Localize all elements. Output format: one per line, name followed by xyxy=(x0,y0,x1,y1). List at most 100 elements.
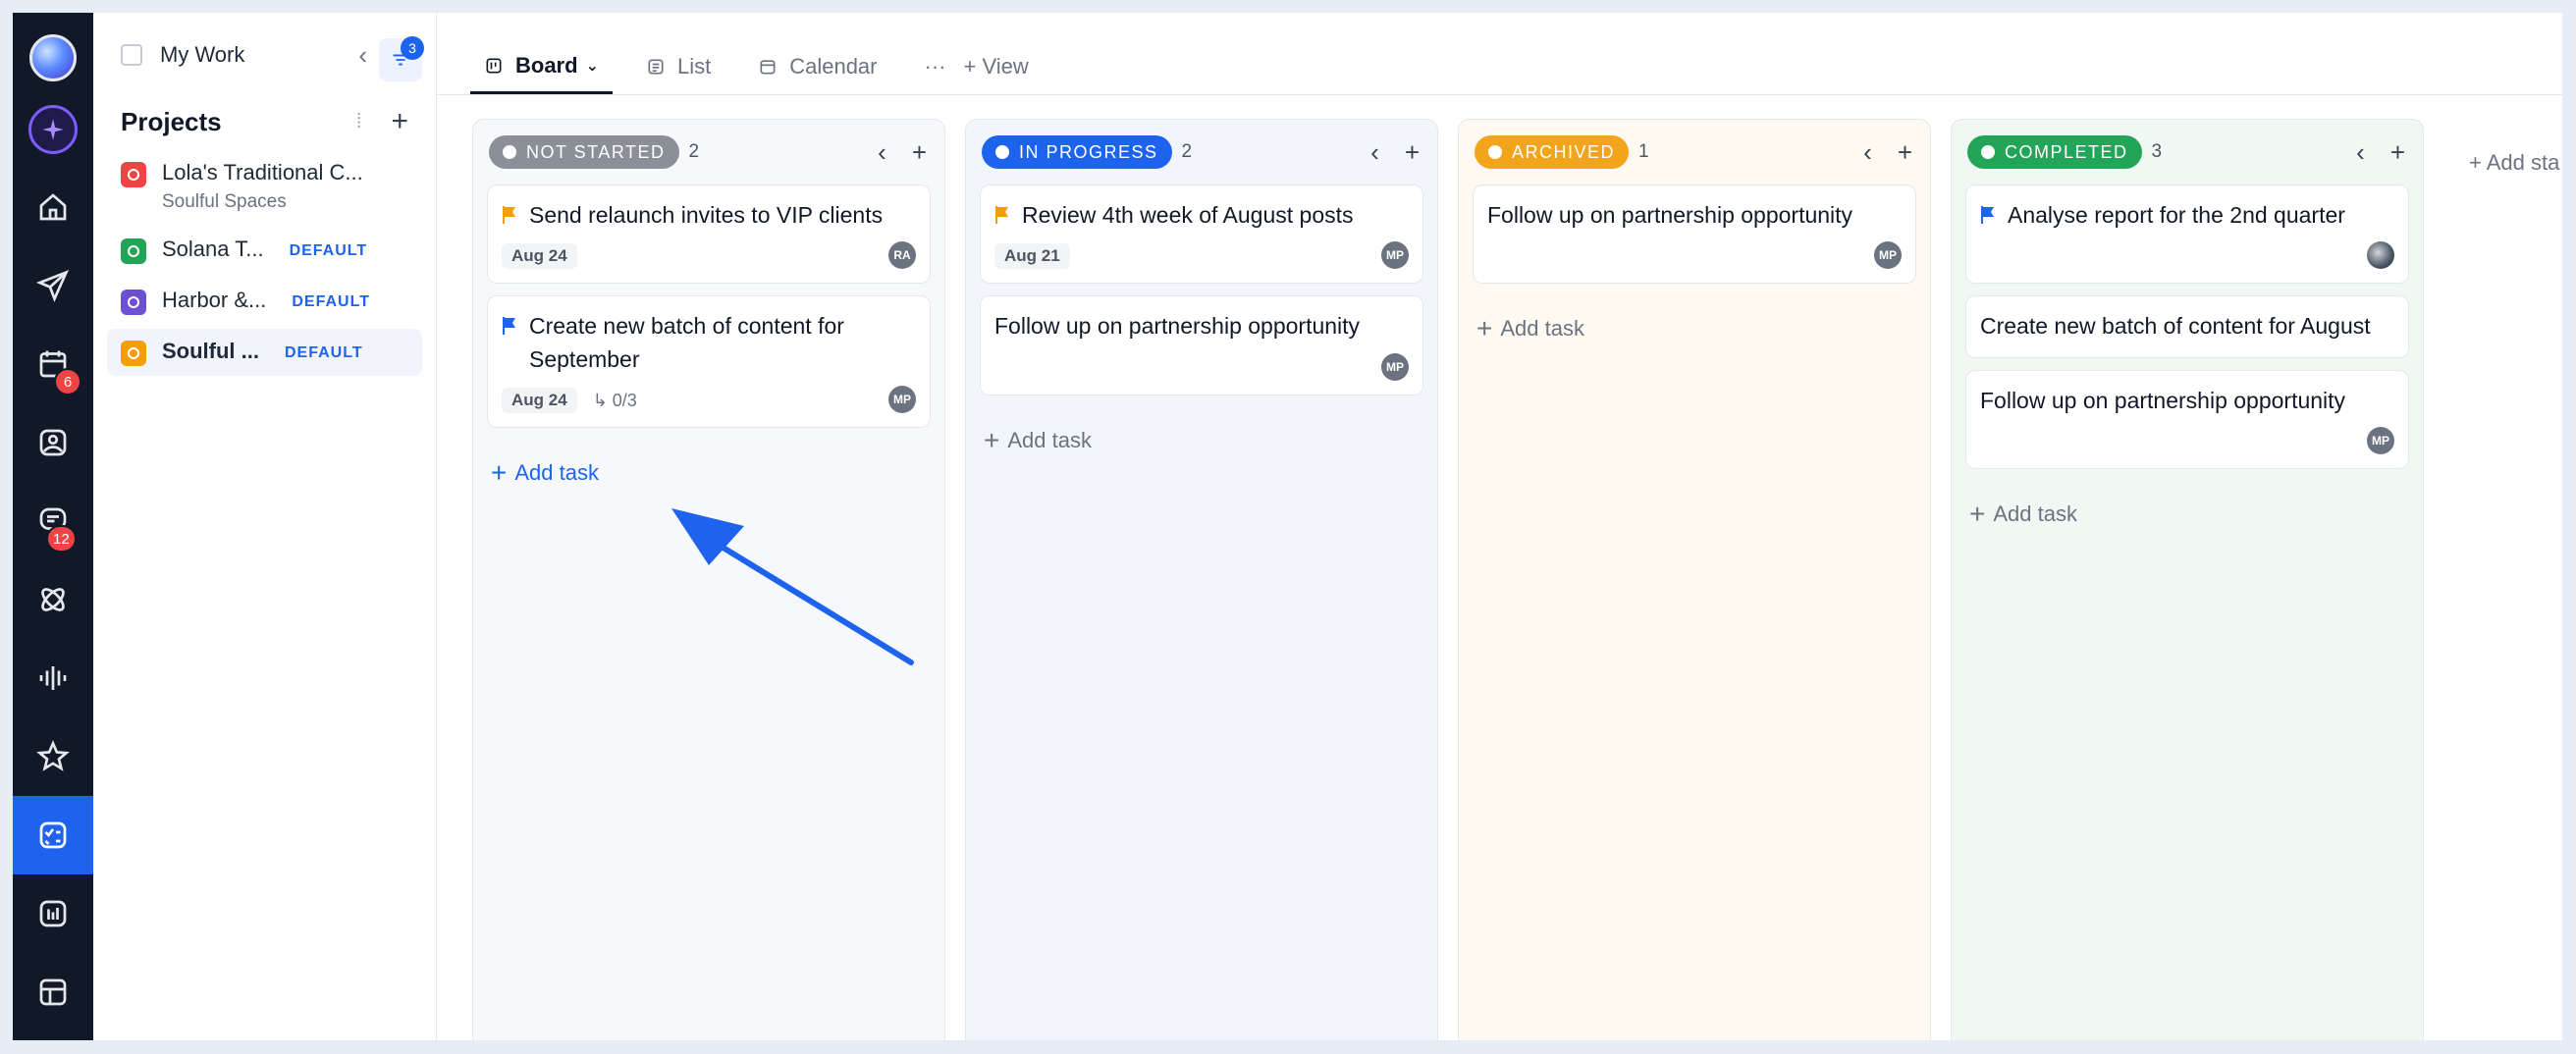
status-dot xyxy=(1488,145,1502,159)
integrations-icon[interactable] xyxy=(13,560,93,639)
status-label: IN PROGRESS xyxy=(1019,141,1158,162)
task-card[interactable]: Send relaunch invites to VIP clients Aug… xyxy=(487,184,931,285)
task-card[interactable]: Follow up on partnership opportunity MP xyxy=(1473,184,1916,285)
projects-sidebar: My Work ‹ 3 Projects ⁞ + Lola's Traditio… xyxy=(93,13,437,1040)
app-logo[interactable] xyxy=(29,34,77,81)
calendar-icon[interactable]: 6 xyxy=(13,325,93,403)
flag-icon[interactable] xyxy=(502,316,517,336)
task-card[interactable]: Follow up on partnership opportunity MP xyxy=(980,295,1423,395)
chat-icon[interactable]: 12 xyxy=(13,482,93,560)
projects-title: Projects xyxy=(121,106,222,136)
project-icon xyxy=(121,290,146,315)
ai-assistant-icon[interactable] xyxy=(28,105,78,154)
add-task-button[interactable]: + Add task xyxy=(473,440,944,506)
flag-icon[interactable] xyxy=(1980,205,1996,225)
task-card[interactable]: Analyse report for the 2nd quarter xyxy=(1965,184,2409,285)
task-title: Create new batch of content for August xyxy=(1980,313,2371,340)
add-stage-button[interactable]: + Add sta xyxy=(2469,150,2559,176)
status-dot xyxy=(995,145,1009,159)
my-work-link[interactable]: My Work xyxy=(160,42,244,68)
task-card[interactable]: Create new batch of content for Septembe… xyxy=(487,295,931,429)
project-item[interactable]: Lola's Traditional C... Soulful Spaces xyxy=(107,150,422,223)
task-card[interactable]: Follow up on partnership opportunity MP xyxy=(1965,369,2409,470)
plus-icon: + xyxy=(984,424,1000,455)
layout-icon[interactable] xyxy=(13,953,93,1031)
reorder-icon[interactable]: ⁞ xyxy=(356,111,362,133)
star-icon[interactable] xyxy=(13,717,93,796)
add-card-icon[interactable]: + xyxy=(1898,137,1912,168)
calendar-badge: 6 xyxy=(54,368,81,395)
board-icon xyxy=(486,58,502,73)
avatar[interactable]: MP xyxy=(1381,352,1409,381)
project-item[interactable]: Soulful ... DEFAULT xyxy=(107,329,422,376)
tab-calendar[interactable]: Calendar xyxy=(744,39,890,94)
add-task-button[interactable]: + Add task xyxy=(966,407,1437,474)
task-title: Create new batch of content for Septembe… xyxy=(529,313,844,372)
app-window: 6 12 My Work ‹ 3 Projects ⁞ + Lola's Tra… xyxy=(13,13,2562,1040)
avatar[interactable]: MP xyxy=(888,386,916,414)
avatar[interactable]: MP xyxy=(2367,427,2394,455)
column-count: 3 xyxy=(2151,141,2163,162)
column-count: 1 xyxy=(1638,141,1649,162)
chat-badge: 12 xyxy=(46,525,77,553)
default-tag: DEFAULT xyxy=(285,344,363,361)
project-item[interactable]: Harbor &... DEFAULT xyxy=(107,278,422,325)
board-column: IN PROGRESS 2 ‹ + Review 4th week of Aug… xyxy=(965,119,1438,1040)
status-pill[interactable]: ARCHIVED xyxy=(1475,135,1630,169)
due-date[interactable]: Aug 21 xyxy=(994,243,1070,270)
collapse-column-icon[interactable]: ‹ xyxy=(1863,137,1872,168)
task-card[interactable]: Create new batch of content for August xyxy=(1965,295,2409,358)
calendar-view-icon xyxy=(760,60,776,75)
home-icon[interactable] xyxy=(13,168,93,246)
filter-count-badge: 3 xyxy=(401,36,424,60)
status-pill[interactable]: NOT STARTED xyxy=(489,135,679,169)
tab-calendar-label: Calendar xyxy=(789,54,878,79)
flag-icon[interactable] xyxy=(502,205,517,225)
collapse-column-icon[interactable]: ‹ xyxy=(1370,137,1379,168)
add-card-icon[interactable]: + xyxy=(912,137,927,168)
tab-board-label: Board xyxy=(515,52,578,78)
filter-button[interactable]: 3 xyxy=(379,36,424,81)
tasks-icon[interactable] xyxy=(13,796,93,874)
add-card-icon[interactable]: + xyxy=(1405,137,1420,168)
default-tag: DEFAULT xyxy=(289,242,368,259)
task-title: Review 4th week of August posts xyxy=(1022,202,1354,228)
collapse-column-icon[interactable]: ‹ xyxy=(2356,137,2365,168)
collapse-sidebar-icon[interactable]: ‹ xyxy=(358,40,367,71)
project-name: Harbor &... xyxy=(162,288,267,312)
status-pill[interactable]: COMPLETED xyxy=(1967,135,2142,169)
due-date[interactable]: Aug 24 xyxy=(502,388,577,414)
analytics-icon[interactable] xyxy=(13,874,93,953)
add-card-icon[interactable]: + xyxy=(2390,137,2405,168)
tab-list[interactable]: List xyxy=(632,39,724,94)
list-icon xyxy=(648,59,664,75)
add-view-label: + View xyxy=(963,54,1029,79)
tab-list-label: List xyxy=(676,54,712,79)
add-task-button[interactable]: + Add task xyxy=(1952,481,2423,548)
status-label: ARCHIVED xyxy=(1512,141,1616,162)
collapse-column-icon[interactable]: ‹ xyxy=(878,137,886,168)
task-title: Analyse report for the 2nd quarter xyxy=(2008,202,2345,228)
flag-icon[interactable] xyxy=(994,205,1010,225)
due-date[interactable]: Aug 24 xyxy=(502,243,577,270)
plus-icon: + xyxy=(1969,499,1986,530)
audio-icon[interactable] xyxy=(13,639,93,717)
chevron-down-icon[interactable]: ⌄ xyxy=(586,56,599,76)
task-title: Follow up on partnership opportunity xyxy=(1980,387,2346,413)
icon-rail: 6 12 xyxy=(13,13,93,1040)
status-pill[interactable]: IN PROGRESS xyxy=(982,135,1172,169)
project-icon xyxy=(121,162,146,187)
add-project-button[interactable]: + xyxy=(391,105,408,138)
project-item[interactable]: Solana T... DEFAULT xyxy=(107,227,422,274)
send-icon[interactable] xyxy=(13,246,93,325)
add-view-button[interactable]: + View xyxy=(949,39,1042,94)
add-task-label: Add task xyxy=(1993,501,2077,527)
task-card[interactable]: Review 4th week of August posts Aug 21 M… xyxy=(980,184,1423,285)
status-label: NOT STARTED xyxy=(526,141,666,162)
add-task-button[interactable]: + Add task xyxy=(1459,295,1930,362)
project-name: Lola's Traditional C... xyxy=(162,160,363,184)
task-title: Follow up on partnership opportunity xyxy=(994,313,1361,340)
board-column: ARCHIVED 1 ‹ + Follow up on partnership … xyxy=(1458,119,1931,1040)
tab-board[interactable]: Board ⌄ xyxy=(470,39,613,94)
media-icon[interactable] xyxy=(13,403,93,482)
